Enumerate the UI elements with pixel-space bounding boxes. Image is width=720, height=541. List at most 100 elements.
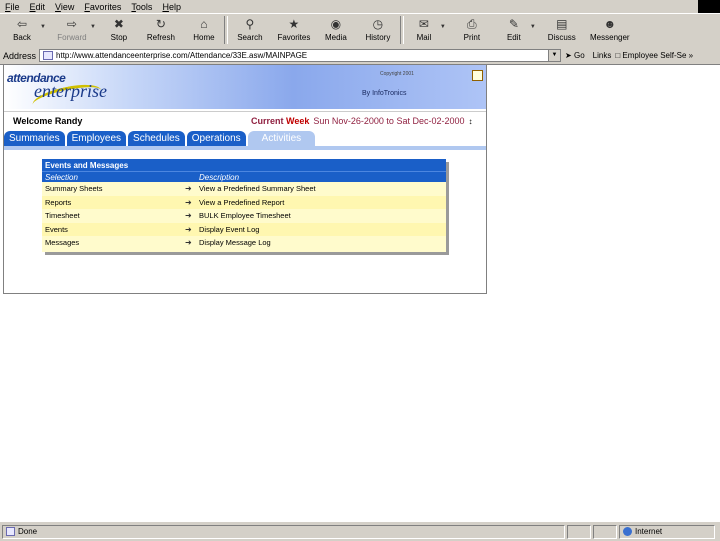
by-infotronics: By InfoTronics <box>362 90 407 97</box>
edit-page-icon: ✎ <box>508 17 519 31</box>
copyright-text: Copyright 2001 <box>380 71 414 77</box>
history-button[interactable]: ◷ History <box>356 14 400 47</box>
windows-logo-icon <box>698 0 720 13</box>
help-page-icon[interactable] <box>472 70 483 81</box>
welcome-text: Welcome Randy <box>13 116 83 126</box>
edit-button[interactable]: ✎ Edit <box>494 14 534 47</box>
column-description: Description <box>199 172 240 182</box>
home-button[interactable]: ⌂ Home <box>184 14 224 47</box>
tab-operations[interactable]: Operations <box>186 131 246 146</box>
table-row[interactable]: Summary Sheets ➜ View a Predefined Summa… <box>42 182 446 196</box>
tab-schedules[interactable]: Schedules <box>128 131 185 146</box>
logo-enterprise: enterprise <box>34 81 107 101</box>
mail-dropdown-icon[interactable]: ▼ <box>440 24 446 30</box>
table-row[interactable]: Timesheet ➜ BULK Employee Timesheet <box>42 209 446 223</box>
status-cell <box>593 524 617 539</box>
page-content: attendance enterprise Copyright 2001 By … <box>0 65 720 521</box>
toolbar: ⇦ Back ▼ ⇨ Forward ▼ ✖ Stop ↻ Refresh ⌂ … <box>0 13 720 48</box>
done-page-icon <box>6 527 15 536</box>
media-button[interactable]: ◉ Media <box>316 14 356 47</box>
status-main: Done <box>2 524 565 539</box>
mail-icon: ✉ <box>418 17 429 31</box>
discuss-button[interactable]: ▤ Discuss <box>540 14 584 47</box>
favorites-folder-icon: ★ <box>288 17 300 31</box>
row-selection[interactable]: Reports <box>42 198 185 207</box>
back-button[interactable]: ⇦ Back <box>0 14 44 47</box>
menu-tools[interactable]: Tools <box>126 2 157 12</box>
week-toggle-icon[interactable]: ↕ <box>468 117 472 126</box>
mail-button[interactable]: ✉ Mail <box>404 14 444 47</box>
row-description[interactable]: View a Predefined Report <box>199 198 446 207</box>
back-dropdown-icon[interactable]: ▼ <box>40 24 46 30</box>
messenger-button[interactable]: ☻ Messenger <box>584 14 636 47</box>
table-row[interactable]: Events ➜ Display Event Log <box>42 222 446 236</box>
arrow-right-icon: ➜ <box>185 184 192 194</box>
search-button[interactable]: ⚲ Search <box>228 14 272 47</box>
search-icon: ⚲ <box>245 17 255 31</box>
app-header: attendance enterprise Copyright 2001 By … <box>4 65 486 116</box>
status-cell <box>567 524 591 539</box>
address-input[interactable]: http://www.attendanceenterprise.com/Atte… <box>39 49 562 62</box>
refresh-icon: ↻ <box>155 17 166 31</box>
forward-button[interactable]: ⇨ Forward <box>50 14 94 47</box>
row-selection[interactable]: Timesheet <box>42 211 185 220</box>
page-icon <box>43 51 54 60</box>
row-description[interactable]: Display Message Log <box>199 238 446 247</box>
row-description[interactable]: Display Event Log <box>199 225 446 234</box>
row-description[interactable]: BULK Employee Timesheet <box>199 211 446 220</box>
tab-summaries[interactable]: Summaries <box>4 131 65 146</box>
media-icon: ◉ <box>330 17 342 31</box>
row-selection[interactable]: Messages <box>42 238 185 247</box>
address-dropdown-icon[interactable]: ▼ <box>548 50 561 61</box>
links-item-employee-self-service[interactable]: □ Employee Self-Se » <box>615 51 694 60</box>
address-url: http://www.attendanceenterprise.com/Atte… <box>56 51 308 60</box>
history-icon: ◷ <box>372 17 384 31</box>
links-label[interactable]: Links <box>589 51 616 60</box>
discuss-icon: ▤ <box>556 17 568 31</box>
row-description[interactable]: View a Predefined Summary Sheet <box>199 184 446 193</box>
tab-employees[interactable]: Employees <box>66 131 127 146</box>
status-bar: Done Internet <box>0 521 720 541</box>
tab-activities[interactable]: Activities <box>247 131 316 146</box>
column-selection: Selection <box>45 172 78 182</box>
messenger-person-icon: ☻ <box>603 17 617 31</box>
home-icon: ⌂ <box>200 17 208 31</box>
menu-favorites[interactable]: Favorites <box>79 2 126 12</box>
row-selection[interactable]: Events <box>42 225 185 234</box>
menu-view[interactable]: View <box>50 2 79 12</box>
panel-column-header: Selection Description <box>42 171 446 182</box>
zone-text: Internet <box>635 527 663 536</box>
printer-icon: ⎙ <box>467 16 477 31</box>
print-button[interactable]: ⎙ Print <box>450 14 494 47</box>
security-zone: Internet <box>619 524 715 539</box>
address-bar: Address http://www.attendanceenterprise.… <box>0 47 720 65</box>
address-label: Address <box>3 50 37 61</box>
nav-tabs: Summaries Employees Schedules Operations… <box>4 131 486 150</box>
stop-button[interactable]: ✖ Stop <box>100 14 138 47</box>
status-text: Done <box>18 527 38 536</box>
back-arrow-icon: ⇦ <box>16 17 28 31</box>
events-messages-panel: Events and Messages Selection Descriptio… <box>42 159 446 252</box>
arrow-right-icon: ➜ <box>185 224 192 234</box>
menu-edit[interactable]: Edit <box>25 2 51 12</box>
arrow-right-icon: ➜ <box>185 197 192 207</box>
table-row[interactable]: Reports ➜ View a Predefined Report <box>42 195 446 209</box>
forward-dropdown-icon[interactable]: ▼ <box>90 24 96 30</box>
edit-dropdown-icon[interactable]: ▼ <box>530 24 536 30</box>
welcome-bar: Welcome Randy Current Week Sun Nov-26-20… <box>4 111 486 130</box>
current-week-label: Current Week <box>251 116 310 126</box>
stop-icon: ✖ <box>113 17 124 31</box>
menu-help[interactable]: Help <box>157 2 186 12</box>
row-selection[interactable]: Summary Sheets <box>42 184 185 193</box>
refresh-button[interactable]: ↻ Refresh <box>138 14 184 47</box>
forward-arrow-icon: ⇨ <box>66 17 77 31</box>
app-frame: attendance enterprise Copyright 2001 By … <box>3 65 487 294</box>
table-row[interactable]: Messages ➜ Display Message Log <box>42 236 446 250</box>
arrow-right-icon: ➜ <box>185 211 192 221</box>
arrow-right-icon: ➜ <box>185 238 192 248</box>
menu-file[interactable]: File <box>0 2 25 12</box>
panel-title: Events and Messages <box>42 159 446 171</box>
go-button[interactable]: ➤ Go <box>561 51 589 60</box>
panel-rows: Summary Sheets ➜ View a Predefined Summa… <box>42 182 446 250</box>
favorites-button[interactable]: ★ Favorites <box>272 14 316 47</box>
